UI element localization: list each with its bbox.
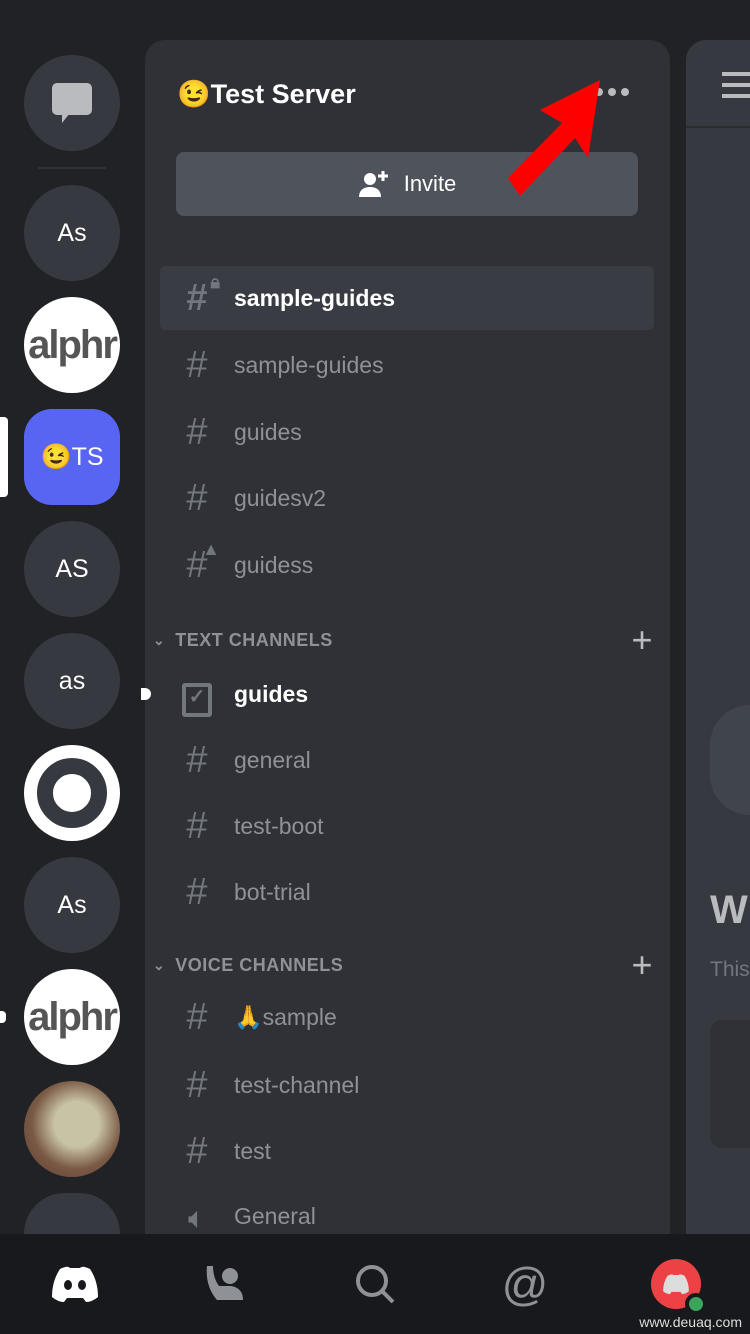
- server-label: alphr: [28, 994, 118, 1039]
- hash-icon: #: [186, 871, 208, 913]
- channel-name: guides: [234, 418, 302, 445]
- welcome-heading: W: [710, 888, 748, 932]
- server-icon[interactable]: as: [24, 633, 120, 729]
- server-icon[interactable]: As: [24, 185, 120, 281]
- channel-item[interactable]: # general: [160, 728, 654, 792]
- server-icon[interactable]: As: [24, 857, 120, 953]
- welcome-subtext: This: [710, 958, 750, 981]
- search-icon[interactable]: [347, 1256, 403, 1312]
- channel-name: sample-guides: [234, 351, 384, 378]
- server-rail: As alphr 😉 TS AS as As alphr: [0, 0, 143, 1334]
- rail-divider: [38, 167, 106, 169]
- server-label: TS: [71, 442, 104, 471]
- server-name: Test Server: [210, 79, 356, 109]
- direct-messages-button[interactable]: [24, 55, 120, 151]
- hash-icon: #: [186, 805, 208, 847]
- channel-item[interactable]: # bot-trial: [160, 860, 654, 924]
- channel-item[interactable]: ✓ guides: [160, 662, 654, 726]
- hash-icon: #: [186, 344, 208, 386]
- server-title[interactable]: 😉Test Server: [177, 78, 356, 110]
- server-icon[interactable]: AS: [24, 521, 120, 617]
- unread-indicator: [0, 1011, 6, 1023]
- channel-name: sample-guides: [234, 284, 396, 311]
- chevron-down-icon: ⌄: [153, 956, 166, 973]
- channel-name: test: [234, 1137, 272, 1164]
- channel-item[interactable]: # 🙏sample: [160, 985, 654, 1049]
- channel-item[interactable]: # test-boot: [160, 794, 654, 858]
- channel-item[interactable]: # guidesv2: [160, 466, 654, 530]
- channel-name: test-boot: [234, 812, 324, 839]
- server-emoji: 😉: [40, 442, 72, 471]
- unread-dot: [141, 688, 151, 700]
- welcome-card[interactable]: [710, 1020, 750, 1148]
- category-label: TEXT CHANNELS: [175, 629, 333, 650]
- home-discord-icon[interactable]: [47, 1256, 103, 1312]
- channel-name: guidesv2: [234, 484, 327, 511]
- chat-bubble-icon: [52, 83, 92, 123]
- bottom-nav: @: [0, 1234, 750, 1334]
- channel-panel: 😉Test Server Invite # 🔒︎ sample-guides # sam…: [141, 40, 670, 1334]
- server-icon[interactable]: 😉 TS: [24, 409, 120, 505]
- channel-item[interactable]: # sample-guides: [160, 333, 654, 397]
- channel-item[interactable]: # 🔒︎ sample-guides: [160, 266, 654, 330]
- channel-name: General: [234, 1202, 316, 1229]
- hash-icon: #: [186, 1064, 208, 1106]
- channel-item[interactable]: # test: [160, 1119, 654, 1183]
- server-icon-photo[interactable]: [24, 1081, 120, 1177]
- channel-category[interactable]: ⌄ VOICE CHANNELS +: [153, 944, 653, 986]
- channel-item[interactable]: # guides: [160, 400, 654, 464]
- hash-icon: #: [186, 996, 208, 1038]
- channel-item[interactable]: # test-channel: [160, 1053, 654, 1117]
- red-arrow-annotation: [508, 80, 600, 196]
- server-label: alphr: [28, 322, 118, 367]
- hash-lock-icon: # 🔒︎: [186, 272, 220, 319]
- add-channel-icon[interactable]: +: [631, 944, 653, 986]
- channel-name: 🙏sample: [234, 1003, 337, 1030]
- channel-item[interactable]: # ▲ guidess: [160, 533, 654, 597]
- server-label: as: [58, 666, 86, 695]
- server-label: AS: [55, 554, 89, 583]
- channel-name: guidess: [234, 551, 314, 578]
- server-icon[interactable]: alphr: [24, 969, 120, 1065]
- invite-label: Invite: [403, 171, 457, 196]
- menu-icon[interactable]: [722, 72, 750, 98]
- profile-avatar[interactable]: [648, 1256, 707, 1315]
- hash-warning-icon: # ▲: [186, 539, 220, 586]
- watermark: www.deuaq.com: [639, 1314, 742, 1330]
- hash-icon: #: [186, 739, 208, 781]
- server-label: As: [57, 218, 87, 247]
- category-label: VOICE CHANNELS: [175, 954, 344, 975]
- online-status-dot: [685, 1293, 707, 1315]
- hash-icon: #: [186, 477, 208, 519]
- speaker-icon: 🔈︎: [188, 1202, 206, 1235]
- channel-category[interactable]: ⌄ TEXT CHANNELS +: [153, 619, 653, 661]
- channel-name: guides: [234, 680, 309, 707]
- add-user-icon: [358, 171, 388, 197]
- active-server-indicator: [0, 417, 8, 497]
- rules-icon: ✓: [178, 672, 216, 717]
- server-emoji: 😉: [177, 79, 211, 109]
- server-icon[interactable]: [24, 1193, 120, 1234]
- mentions-icon[interactable]: @: [497, 1256, 553, 1312]
- hash-icon: #: [186, 411, 208, 453]
- server-label: As: [57, 890, 87, 919]
- welcome-avatar: [710, 705, 750, 815]
- ring-icon: [37, 758, 107, 828]
- chat-area: W This: [686, 40, 750, 1234]
- friends-icon[interactable]: [197, 1256, 253, 1312]
- server-icon[interactable]: [24, 745, 120, 841]
- hash-icon: #: [186, 1130, 208, 1172]
- channel-name: test-channel: [234, 1071, 360, 1098]
- channel-name: general: [234, 746, 311, 773]
- add-channel-icon[interactable]: +: [631, 619, 653, 661]
- chevron-down-icon: ⌄: [153, 631, 166, 648]
- server-icon[interactable]: alphr: [24, 297, 120, 393]
- channel-name: bot-trial: [234, 878, 311, 905]
